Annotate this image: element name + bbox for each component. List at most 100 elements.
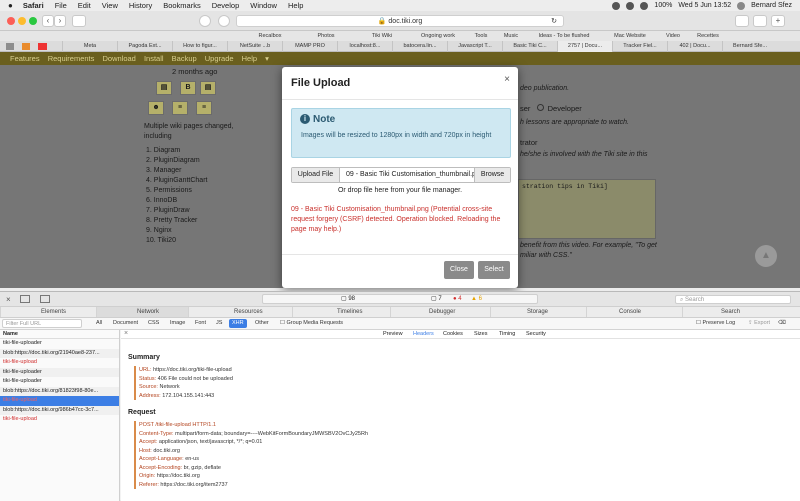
- wifi-icon[interactable]: [640, 1, 649, 10]
- request-row[interactable]: blob:https://doc.tiki.org/81823f98-80e..…: [0, 386, 119, 396]
- filter-css[interactable]: CSS: [148, 320, 159, 326]
- list-item[interactable]: 5. Permissions: [146, 186, 207, 196]
- filter-js[interactable]: JS: [216, 320, 222, 326]
- favorite-item[interactable]: Video: [658, 33, 688, 39]
- detach-icon[interactable]: [20, 295, 30, 303]
- menu-help[interactable]: Help: [288, 1, 303, 10]
- favorite-item[interactable]: Mac Website: [602, 33, 658, 39]
- description-textarea[interactable]: stration tips in Tiki]: [518, 179, 656, 239]
- request-row[interactable]: blob:https://doc.tiki.org/986b47cc-3c7..…: [0, 405, 119, 415]
- menu-file[interactable]: File: [55, 1, 67, 10]
- browser-tab[interactable]: Bernard Sfe...: [722, 41, 777, 52]
- menu-app-safari[interactable]: Safari: [23, 1, 44, 10]
- close-window-icon[interactable]: [7, 17, 15, 25]
- nav-upgrade[interactable]: Upgrade: [205, 54, 234, 63]
- status-icon[interactable]: [626, 1, 635, 10]
- filter-document[interactable]: Document: [113, 320, 138, 326]
- address-bar[interactable]: 🔒 doc.tiki.org ↻: [236, 15, 564, 27]
- back-button[interactable]: ‹: [42, 15, 54, 27]
- preserve-log-checkbox[interactable]: ☐ Preserve Log: [696, 320, 735, 326]
- list-item[interactable]: 10. Tiki20: [146, 236, 207, 246]
- close-icon[interactable]: ×: [504, 74, 510, 85]
- tab-headers[interactable]: Headers: [413, 331, 434, 337]
- tab-preview[interactable]: Preview: [383, 331, 403, 337]
- log-count[interactable]: ▢ 7: [431, 295, 442, 304]
- export-button[interactable]: ⇪ Export: [748, 320, 770, 326]
- filter-all[interactable]: All: [96, 320, 102, 326]
- tab-timelines[interactable]: Timelines: [292, 307, 390, 317]
- close-inspector-icon[interactable]: ×: [6, 295, 11, 304]
- filter-other[interactable]: Other: [255, 320, 269, 326]
- forward-button[interactable]: ›: [54, 15, 66, 27]
- zoom-window-icon[interactable]: [29, 17, 37, 25]
- apple-icon[interactable]: ●: [8, 1, 13, 10]
- dock-icon[interactable]: [40, 295, 50, 303]
- request-row[interactable]: tiki-file-upload: [0, 396, 119, 406]
- browser-tab[interactable]: batocera.lin...: [392, 41, 447, 52]
- tab-storage[interactable]: Storage: [490, 307, 586, 317]
- favicon-icon[interactable]: [22, 43, 30, 50]
- browser-tab[interactable]: Pagoda Ext...: [117, 41, 172, 52]
- column-header[interactable]: Name: [0, 330, 119, 339]
- tab-security[interactable]: Security: [526, 331, 546, 337]
- trash-icon[interactable]: ⌫: [778, 320, 786, 326]
- browser-tab[interactable]: localhost:8...: [337, 41, 392, 52]
- tab-debugger[interactable]: Debugger: [390, 307, 490, 317]
- file-name-field[interactable]: 09 - Basic Tiki Customisation_thumbnail.…: [346, 168, 474, 182]
- request-row[interactable]: blob:https://doc.tiki.org/21940ae8-237..…: [0, 348, 119, 358]
- browser-tab[interactable]: NetSuite ...b: [227, 41, 282, 52]
- bold-icon[interactable]: B: [180, 81, 196, 95]
- filter-font[interactable]: Font: [195, 320, 206, 326]
- list-item[interactable]: 9. Nginx: [146, 226, 207, 236]
- extension-icon[interactable]: [218, 15, 230, 27]
- clock[interactable]: Wed 5 Jun 13:52: [678, 2, 731, 9]
- youtube-icon[interactable]: [38, 43, 47, 50]
- browser-tab[interactable]: MAMP PRO: [282, 41, 337, 52]
- tab-search[interactable]: Search: [682, 307, 800, 317]
- browser-tab[interactable]: Basic Tiki C...: [502, 41, 557, 52]
- menu-develop[interactable]: Develop: [212, 1, 240, 10]
- page-icon[interactable]: ▤: [156, 81, 172, 95]
- favorite-item[interactable]: Recalbox: [242, 33, 298, 39]
- nav-install[interactable]: Install: [144, 54, 164, 63]
- browser-tab[interactable]: Meta: [62, 41, 117, 52]
- list-item[interactable]: 8. Pretty Tracker: [146, 216, 207, 226]
- nav-download[interactable]: Download: [103, 54, 136, 63]
- tab-cookies[interactable]: Cookies: [443, 331, 463, 337]
- search-icon[interactable]: [737, 1, 746, 10]
- menu-window[interactable]: Window: [250, 1, 277, 10]
- browse-button[interactable]: Browse: [474, 168, 510, 182]
- tab-elements[interactable]: Elements: [0, 307, 96, 317]
- tab-network[interactable]: Network: [96, 307, 188, 317]
- share-button[interactable]: [735, 15, 749, 27]
- select-button[interactable]: Select: [478, 261, 510, 279]
- favorite-item[interactable]: Ideas - To be flushed: [526, 33, 602, 39]
- list-item[interactable]: 6. InnoDB: [146, 196, 207, 206]
- list-item[interactable]: 3. Manager: [146, 166, 207, 176]
- users-icon[interactable]: ☻: [148, 101, 164, 115]
- request-row[interactable]: tiki-file-uploader: [0, 339, 119, 349]
- nav-help[interactable]: Help ▾: [242, 54, 275, 63]
- tab-sizes[interactable]: Sizes: [474, 331, 487, 337]
- list-item[interactable]: 4. PluginGanttChart: [146, 176, 207, 186]
- favorite-item[interactable]: Tools: [466, 33, 496, 39]
- tabs-overview-button[interactable]: [753, 15, 767, 27]
- resources-count[interactable]: ▢ 98: [341, 295, 355, 304]
- tab-timing[interactable]: Timing: [499, 331, 515, 337]
- favorite-item[interactable]: Photos: [298, 33, 354, 39]
- new-tab-button[interactable]: +: [771, 15, 785, 27]
- browser-tab[interactable]: 402 | Docu...: [667, 41, 722, 52]
- reload-icon[interactable]: ↻: [551, 16, 557, 27]
- status-icon[interactable]: [612, 1, 621, 10]
- nav-features[interactable]: Features: [10, 54, 40, 63]
- request-row[interactable]: tiki-file-uploader: [0, 377, 119, 387]
- battery-percent[interactable]: 100%: [654, 2, 672, 9]
- browser-tab[interactable]: How to figur...: [172, 41, 227, 52]
- group-media-checkbox[interactable]: ☐ Group Media Requests: [280, 320, 343, 326]
- menu-edit[interactable]: Edit: [78, 1, 91, 10]
- filter-url-input[interactable]: Filter Full URL: [2, 319, 82, 328]
- favorite-item[interactable]: Ongoing work: [410, 33, 466, 39]
- list-item[interactable]: 1. Diagram: [146, 146, 207, 156]
- sidebar-toggle-button[interactable]: [72, 15, 86, 27]
- scroll-top-button[interactable]: ▲: [755, 245, 777, 267]
